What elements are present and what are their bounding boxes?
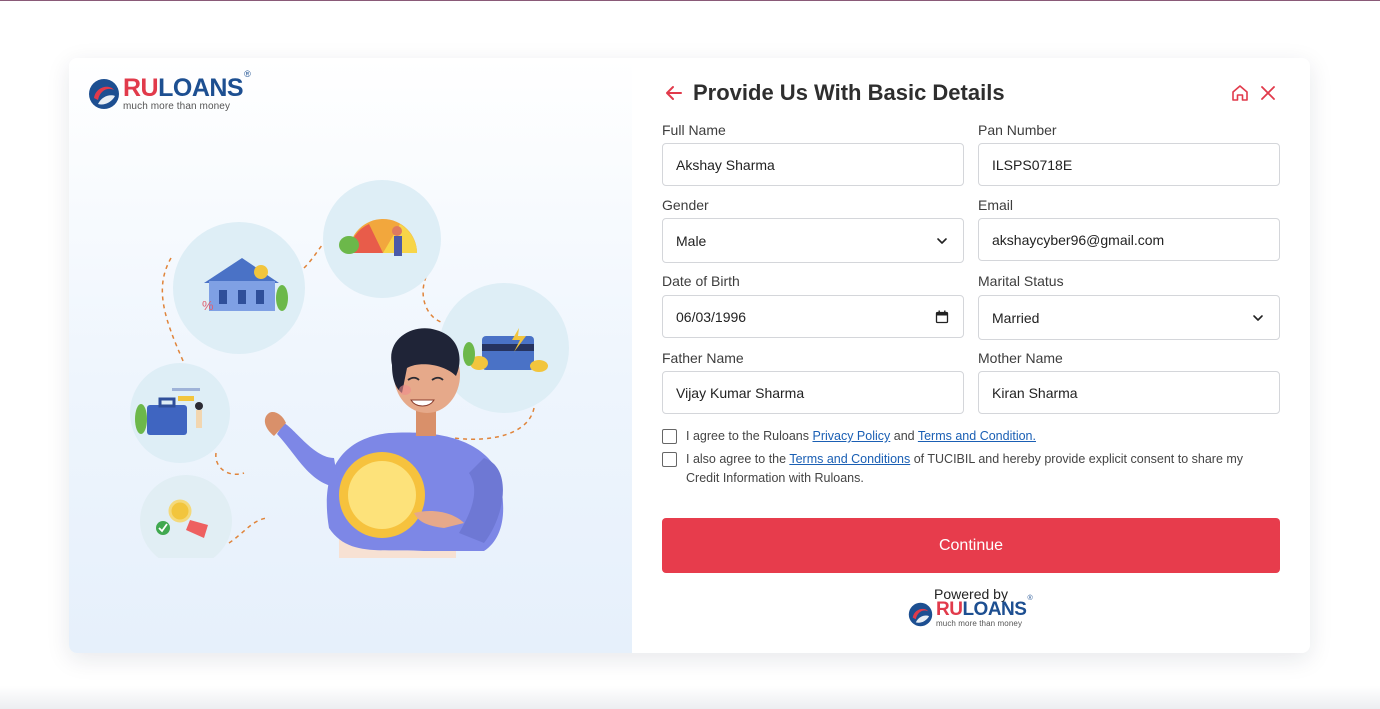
pan-number-label: Pan Number	[978, 122, 1057, 138]
logo-tagline: much more than money	[936, 619, 1023, 628]
father-name-value: Vijay Kumar Sharma	[676, 384, 805, 401]
father-name-label: Father Name	[662, 350, 744, 366]
logo-wordmark: RULOANS®	[123, 68, 251, 102]
close-icon[interactable]	[1260, 85, 1276, 101]
marital-status-value: Married	[992, 309, 1040, 326]
privacy-consent-text: I agree to the Ruloans Privacy Policy an…	[686, 429, 1036, 443]
bottom-edge-shadow	[0, 686, 1380, 709]
gender-label: Gender	[662, 197, 709, 213]
pan-number-input[interactable]: ILSPS0718E	[978, 143, 1280, 186]
cibil-consent-row: I also agree to the Terms and Conditions…	[662, 450, 1276, 488]
chevron-down-icon	[937, 237, 947, 244]
dob-value: 06/03/1996	[676, 308, 747, 325]
svg-text:%: %	[202, 298, 214, 313]
full-name-label: Full Name	[662, 122, 726, 138]
modal-card: RULOANS® much more than money % Provide …	[69, 58, 1310, 653]
form-panel: Provide Us With Basic Details Full Name …	[632, 58, 1310, 653]
continue-button[interactable]: Continue	[662, 518, 1280, 573]
calendar-icon[interactable]	[935, 310, 949, 324]
email-label: Email	[978, 197, 1014, 213]
pan-number-value: ILSPS0718E	[992, 156, 1073, 173]
hero-illustration: %	[130, 180, 569, 558]
chevron-down-icon	[1253, 314, 1263, 321]
top-border	[0, 0, 1380, 1]
logo-mark-icon	[908, 602, 933, 626]
dob-label: Date of Birth	[662, 273, 740, 289]
illustration-panel: RULOANS® much more than money %	[69, 58, 632, 653]
page-title: Provide Us With Basic Details	[693, 80, 1005, 105]
arrow-left-icon[interactable]	[664, 83, 684, 103]
marital-status-label: Marital Status	[978, 273, 1064, 289]
email-input[interactable]: akshaycyber96@gmail.com	[978, 218, 1280, 261]
marital-status-select[interactable]: Married	[978, 295, 1280, 340]
terms-condition-link[interactable]: Terms and Condition.	[918, 429, 1036, 443]
privacy-consent-row: I agree to the Ruloans Privacy Policy an…	[662, 427, 1276, 446]
full-name-value: Akshay Sharma	[676, 156, 775, 173]
privacy-consent-checkbox[interactable]	[662, 429, 677, 444]
dob-input[interactable]: 06/03/1996	[662, 295, 964, 338]
father-name-input[interactable]: Vijay Kumar Sharma	[662, 371, 964, 414]
footer-brand-logo: RULOANS® much more than money	[908, 594, 1033, 628]
gender-value: Male	[676, 232, 707, 249]
privacy-policy-link[interactable]: Privacy Policy	[812, 429, 890, 443]
logo-mark-icon	[89, 79, 119, 109]
mother-name-value: Kiran Sharma	[992, 384, 1078, 401]
cibil-consent-checkbox[interactable]	[662, 452, 677, 467]
logo-tagline: much more than money	[123, 101, 231, 112]
mother-name-label: Mother Name	[978, 350, 1063, 366]
cibil-terms-link[interactable]: Terms and Conditions	[789, 452, 910, 466]
email-value: akshaycyber96@gmail.com	[992, 231, 1165, 248]
logo-wordmark: RULOANS®	[936, 594, 1033, 620]
brand-logo: RULOANS® much more than money	[88, 68, 251, 112]
mother-name-input[interactable]: Kiran Sharma	[978, 371, 1280, 414]
full-name-input[interactable]: Akshay Sharma	[662, 143, 964, 186]
cibil-consent-text: I also agree to the Terms and Conditions…	[686, 452, 1244, 485]
home-icon[interactable]	[1230, 83, 1250, 103]
gender-select[interactable]: Male	[662, 218, 964, 263]
